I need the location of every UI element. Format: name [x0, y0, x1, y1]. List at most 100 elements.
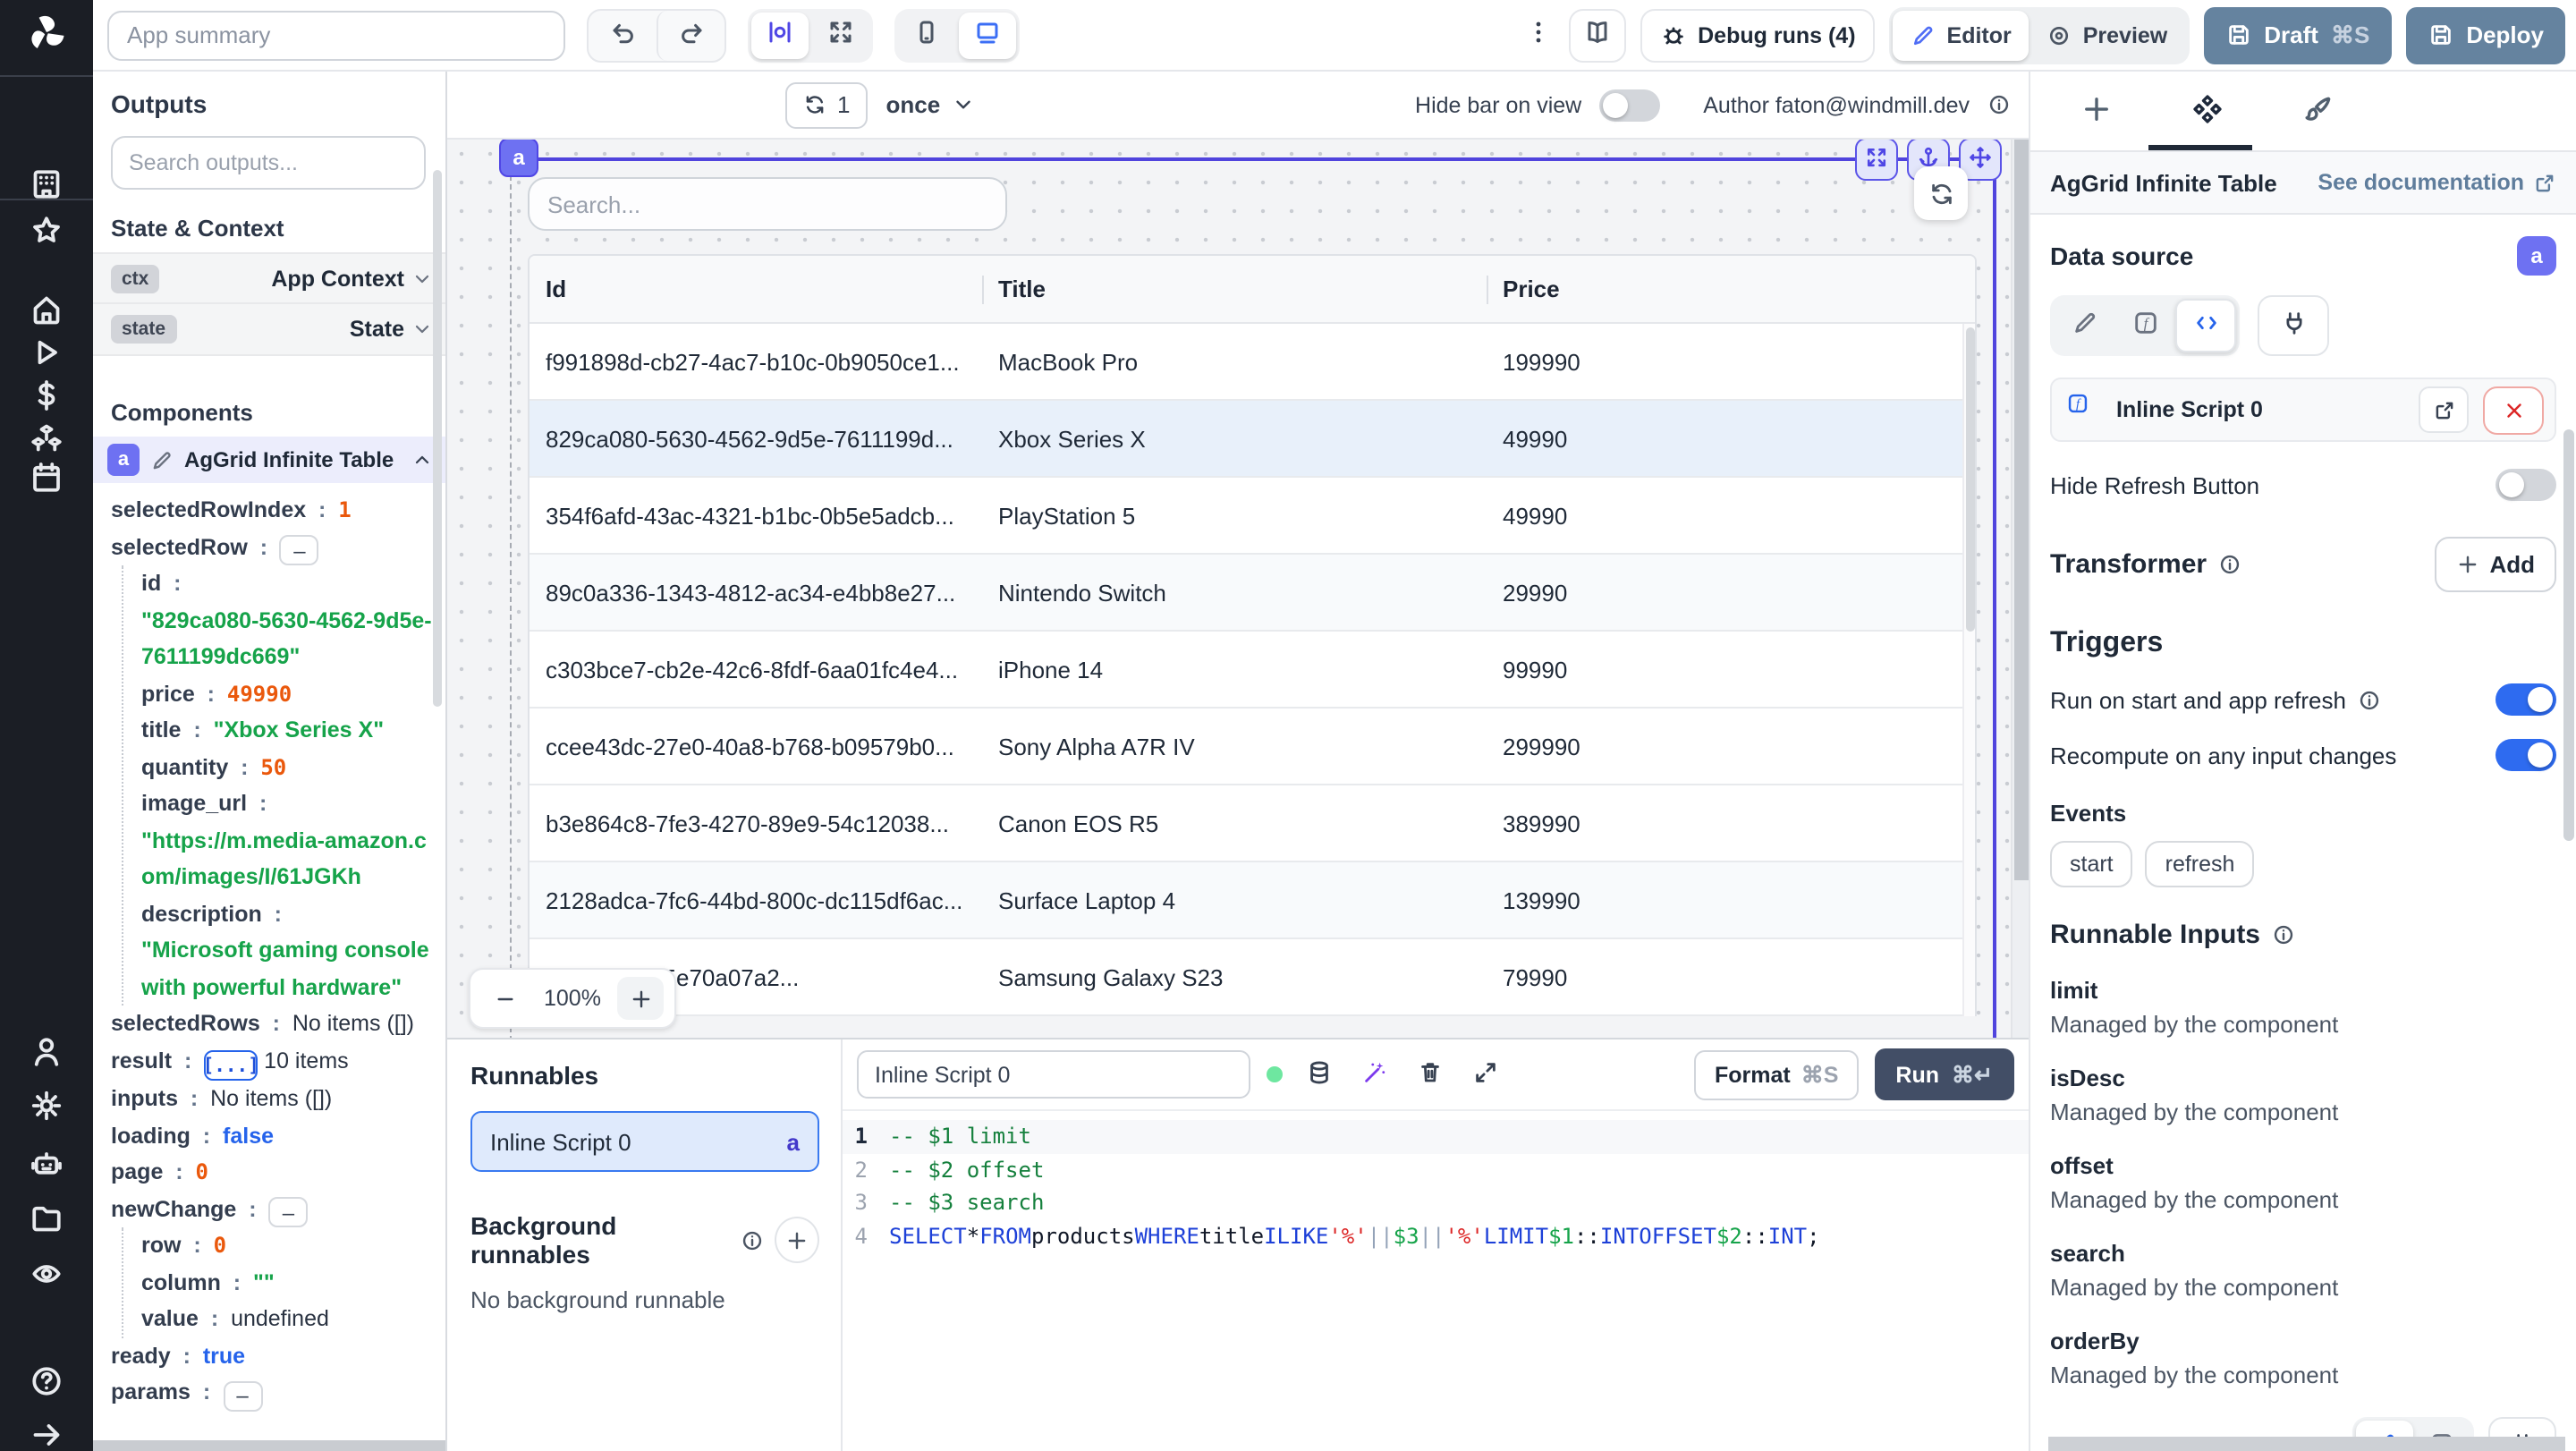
tree-row[interactable]: selectedRows : No items ([]) — [111, 1006, 438, 1042]
component-outputs-header[interactable]: a AgGrid Infinite Table — [93, 437, 445, 483]
search-outputs-input[interactable] — [111, 136, 426, 190]
template-button[interactable]: f — [2114, 299, 2175, 352]
open-script-button[interactable] — [2419, 386, 2469, 433]
cubes-icon[interactable] — [29, 420, 64, 456]
expand-editor-button[interactable] — [1465, 1055, 1504, 1094]
deploy-button[interactable]: Deploy — [2405, 6, 2565, 64]
aggrid-component[interactable]: a IdTitlePrice f991898d-cb27-4ac7-b10c-0… — [499, 140, 2002, 1038]
event-badge-start[interactable]: start — [2050, 841, 2133, 887]
column-header-price[interactable]: Price — [1487, 256, 1975, 322]
tree-row[interactable]: description : "Microsoft gaming console … — [141, 895, 438, 1006]
outputs-hscrollbar[interactable] — [93, 1440, 445, 1451]
arrow-right-icon[interactable] — [29, 1417, 64, 1451]
ctx-row[interactable]: ctx App Context — [93, 252, 445, 304]
windmill-logo[interactable] — [0, 0, 93, 71]
hide-bar-toggle[interactable] — [1599, 89, 1661, 121]
settings-scrollbar[interactable] — [2563, 429, 2574, 841]
tree-row[interactable]: page : 0 — [111, 1155, 438, 1192]
tree-row[interactable]: params : – — [111, 1375, 438, 1412]
tab-component-settings[interactable] — [2188, 91, 2227, 131]
calendar-icon[interactable] — [29, 460, 64, 496]
tree-row[interactable]: value : undefined — [141, 1302, 438, 1338]
tree-row[interactable]: loading : false — [111, 1118, 438, 1155]
home-icon[interactable] — [29, 292, 64, 327]
add-transformer-button[interactable]: Add — [2434, 537, 2556, 592]
desktop-view-button[interactable] — [959, 12, 1016, 58]
expand-array-button[interactable]: [...] — [203, 1050, 259, 1082]
mobile-view-button[interactable] — [898, 12, 955, 58]
component-tab-badge[interactable]: a — [499, 140, 538, 177]
refresh-count-button[interactable]: 1 — [785, 81, 869, 128]
redo-button[interactable] — [657, 10, 724, 60]
dollar-icon[interactable] — [29, 378, 64, 413]
run-on-start-toggle[interactable] — [2496, 683, 2556, 716]
full-width-layout-button[interactable] — [812, 12, 869, 58]
app-summary-input[interactable] — [107, 10, 565, 60]
tree-row[interactable]: newChange : – — [111, 1192, 438, 1228]
tree-row[interactable]: title : "Xbox Series X" — [141, 712, 438, 749]
event-badge-refresh[interactable]: refresh — [2145, 841, 2255, 887]
collapse-button[interactable]: – — [268, 1197, 309, 1228]
tree-row[interactable]: quantity : 50 — [141, 749, 438, 785]
more-menu-button[interactable] — [1522, 18, 1555, 52]
add-background-runnable-button[interactable] — [775, 1217, 819, 1263]
draft-button[interactable]: Draft ⌘S — [2203, 6, 2392, 64]
table-row[interactable]: 4c83-8022-5e70a07a2...Samsung Galaxy S23… — [530, 939, 1975, 1016]
gear-icon[interactable] — [29, 1088, 64, 1124]
detach-script-button[interactable] — [2483, 386, 2544, 434]
table-row[interactable]: 2128adca-7fc6-44bd-800c-dc115df6ac... Sur… — [530, 862, 1975, 939]
outputs-scrollbar[interactable] — [433, 170, 442, 707]
state-row[interactable]: state State — [93, 304, 445, 356]
script-name-input[interactable] — [857, 1050, 1250, 1099]
tab-editor[interactable]: Editor — [1893, 10, 2029, 60]
undo-button[interactable] — [589, 10, 657, 60]
code-line[interactable]: 1 -- $1 limit — [843, 1120, 2029, 1153]
building-icon[interactable] — [29, 166, 64, 202]
recompute-toggle[interactable] — [2496, 739, 2556, 771]
column-header-id[interactable]: Id — [530, 256, 982, 322]
ai-assistant-button[interactable] — [1354, 1055, 1394, 1094]
tree-row[interactable]: inputs : No items ([]) — [111, 1082, 438, 1118]
tree-row[interactable]: ready : true — [111, 1338, 438, 1375]
runnable-item-inline-script-0[interactable]: Inline Script 0 a — [470, 1111, 819, 1172]
table-row[interactable]: ccee43dc-27e0-40a8-b768-b09579b0... Sony … — [530, 709, 1975, 785]
expand-handle[interactable] — [1855, 140, 1898, 181]
tree-row[interactable]: price : 49990 — [141, 675, 438, 712]
hide-refresh-toggle[interactable] — [2496, 469, 2556, 501]
tree-row[interactable]: selectedRowIndex : 1 — [111, 492, 438, 529]
tree-row[interactable]: id : "829ca080-5630-4562-9d5e-7611199dc6… — [141, 565, 438, 675]
robot-icon[interactable] — [29, 1147, 64, 1183]
see-documentation-link[interactable]: See documentation — [2318, 170, 2556, 195]
run-button[interactable]: Run ⌘↵ — [1874, 1048, 2014, 1100]
docs-button[interactable] — [1569, 8, 1627, 62]
format-button[interactable]: Format ⌘S — [1694, 1049, 1859, 1099]
person-icon[interactable] — [29, 1034, 64, 1070]
table-search-input[interactable] — [528, 177, 1007, 231]
settings-hscrollbar[interactable] — [2048, 1437, 2565, 1451]
eye-icon[interactable] — [29, 1256, 64, 1292]
app-canvas[interactable]: a IdTitlePrice f991898d-cb27-4ac7-b10c-0… — [447, 140, 2029, 1038]
table-row[interactable]: 829ca080-5630-4562-9d5e-7611199d... Xbox … — [530, 401, 1975, 478]
tree-row[interactable]: row : 0 — [141, 1228, 438, 1265]
component-refresh-button[interactable] — [1914, 166, 1968, 220]
zoom-out-button[interactable] — [481, 977, 528, 1020]
collapse-button[interactable]: – — [223, 1380, 263, 1412]
column-header-title[interactable]: Title — [982, 256, 1487, 322]
play-icon[interactable] — [29, 335, 64, 370]
debug-runs-button[interactable]: Debug runs (4) — [1640, 8, 1876, 62]
tree-row[interactable]: result : [...] 10 items — [111, 1042, 438, 1082]
tab-preview[interactable]: Preview — [2029, 10, 2186, 60]
folder-icon[interactable] — [29, 1201, 64, 1236]
code-line[interactable]: 4 SELECT * FROM products WHERE title ILIK… — [843, 1219, 2029, 1252]
code-line[interactable]: 3 -- $3 search — [843, 1186, 2029, 1219]
zoom-in-button[interactable] — [617, 977, 664, 1020]
tree-row[interactable]: selectedRow : – — [111, 529, 438, 565]
tab-insert-component[interactable] — [2077, 91, 2116, 131]
canvas-scrollbar[interactable] — [2011, 140, 2029, 1038]
sql-code-editor[interactable]: 1 -- $1 limit 2 -- $2 offset 3 -- $3 search 4 S… — [843, 1111, 2029, 1451]
table-row[interactable]: c303bce7-cb2e-42c6-8fdf-6aa01fc4e4... iPh… — [530, 632, 1975, 709]
database-button[interactable] — [1299, 1055, 1338, 1094]
tree-row[interactable]: image_url : "https://m.media-amazon.com/… — [141, 785, 438, 895]
tab-styling[interactable] — [2299, 91, 2338, 131]
table-scrollbar[interactable] — [1962, 324, 1975, 1016]
